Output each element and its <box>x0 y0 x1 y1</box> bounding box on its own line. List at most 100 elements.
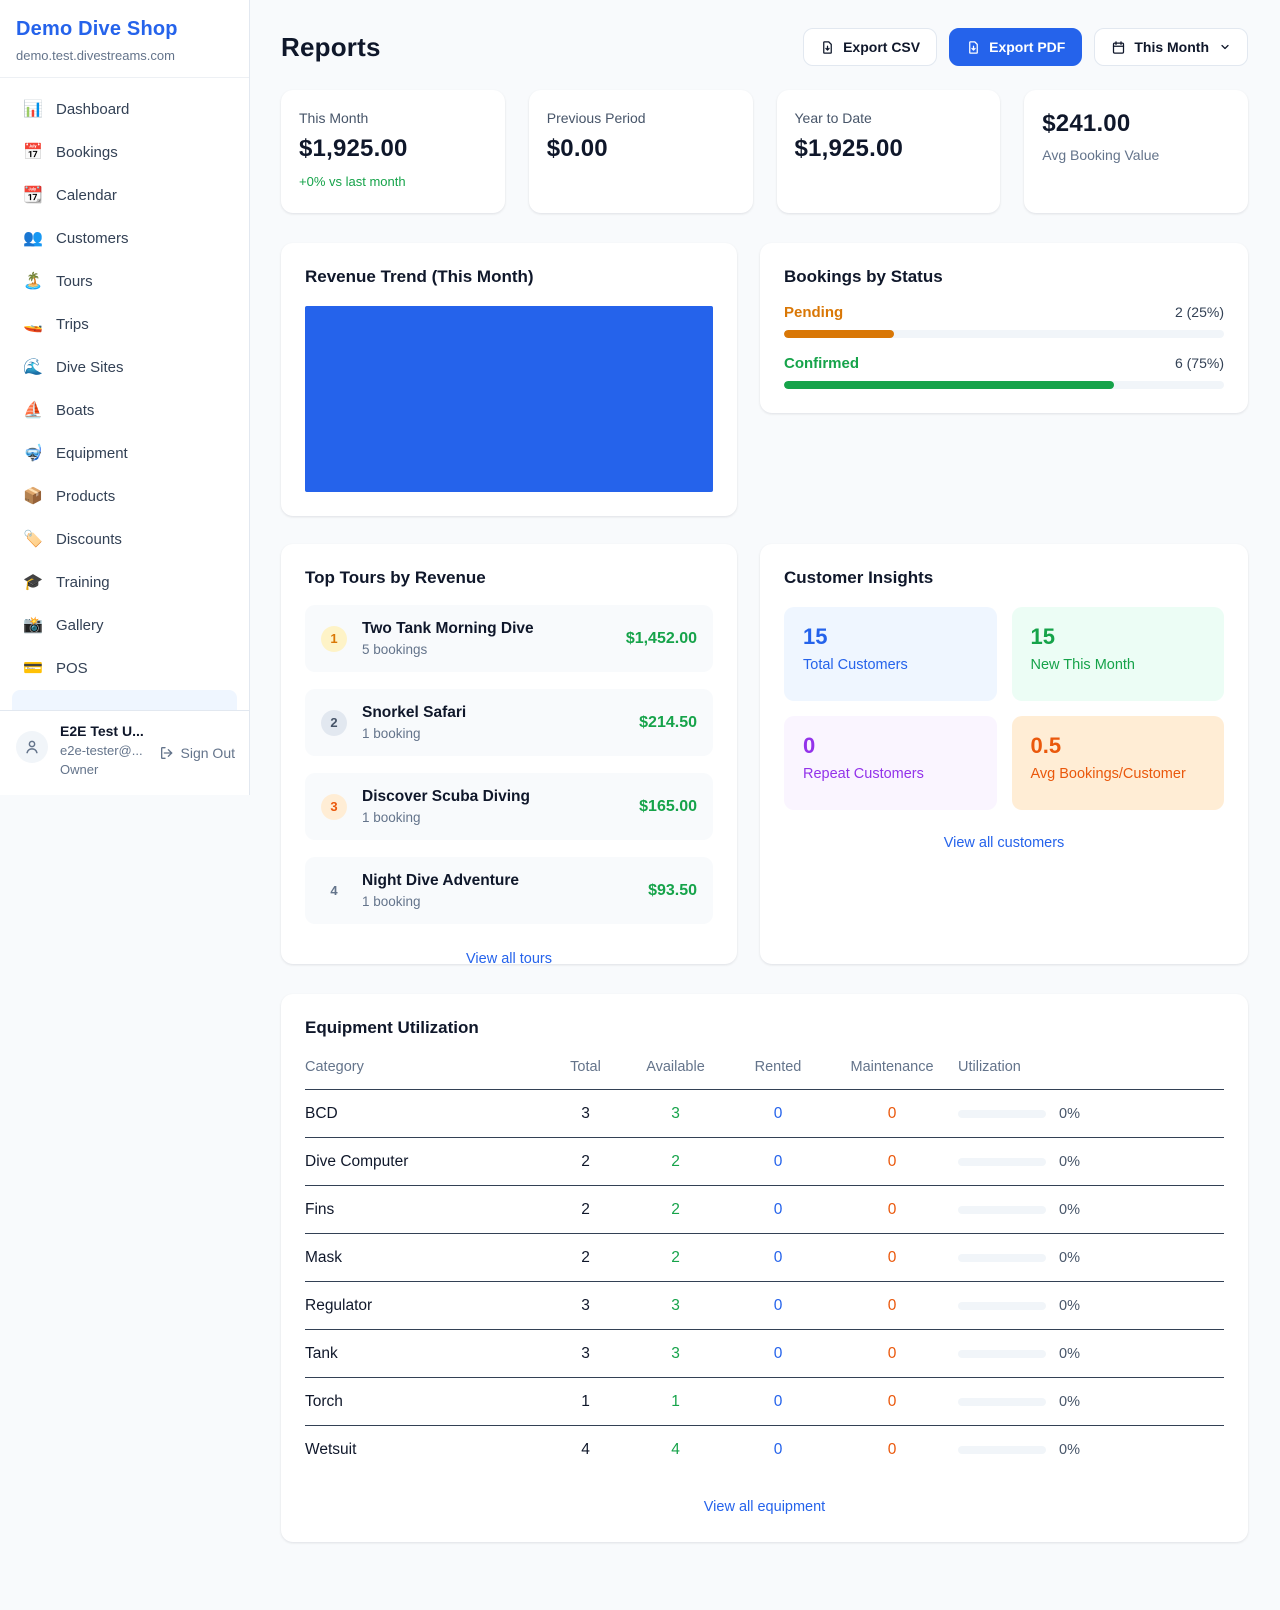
sidebar-item-customers[interactable]: 👥 Customers <box>12 217 237 259</box>
tour-bookings: 5 bookings <box>362 642 611 657</box>
header-actions: Export CSV Export PDF This Month <box>803 28 1248 66</box>
sidebar-item-tours[interactable]: 🏝️ Tours <box>12 260 237 302</box>
cell-category: Torch <box>305 1393 548 1411</box>
sidebar-item-label: Tours <box>56 273 93 290</box>
sidebar-item-pos[interactable]: 💳 POS <box>12 647 237 689</box>
sidebar-item-trips[interactable]: 🚤 Trips <box>12 303 237 345</box>
stat-value: $0.00 <box>547 135 735 163</box>
cell-total: 3 <box>548 1105 623 1123</box>
cell-maintenance: 0 <box>828 1201 956 1219</box>
tour-amount: $1,452.00 <box>626 630 697 648</box>
tour-row: 4 Night Dive Adventure 1 booking $93.50 <box>305 857 713 924</box>
insight-avg-bookings: 0.5 Avg Bookings/Customer <box>1012 716 1225 810</box>
rank-badge: 3 <box>321 794 347 820</box>
stat-label: Year to Date <box>795 110 983 126</box>
insight-label: Repeat Customers <box>803 766 978 782</box>
cell-rented: 0 <box>728 1201 828 1219</box>
cell-utilization: 0% <box>956 1346 1224 1362</box>
page-header: Reports Export CSV Export PDF <box>281 28 1248 66</box>
utilization-percent: 0% <box>1059 1346 1080 1362</box>
table-row: Torch 1 1 0 0 0% <box>305 1378 1224 1426</box>
table-row: Wetsuit 4 4 0 0 0% <box>305 1426 1224 1473</box>
cell-total: 3 <box>548 1297 623 1315</box>
sidebar-item-training[interactable]: 🎓 Training <box>12 561 237 603</box>
sidebar-item-label: Calendar <box>56 187 117 204</box>
insight-new-this-month: 15 New This Month <box>1012 607 1225 701</box>
discounts-icon: 🏷️ <box>22 529 44 549</box>
col-header-rented: Rented <box>728 1059 828 1075</box>
cell-category: BCD <box>305 1105 548 1123</box>
table-row: Fins 2 2 0 0 0% <box>305 1186 1224 1234</box>
cell-category: Dive Computer <box>305 1153 548 1171</box>
sidebar-item-products[interactable]: 📦 Products <box>12 475 237 517</box>
avatar <box>16 731 48 763</box>
insight-grid: 15 Total Customers 15 New This Month 0 R… <box>784 607 1224 810</box>
utilization-percent: 0% <box>1059 1202 1080 1218</box>
sidebar-item-gallery[interactable]: 📸 Gallery <box>12 604 237 646</box>
utilization-percent: 0% <box>1059 1250 1080 1266</box>
tour-row: 2 Snorkel Safari 1 booking $214.50 <box>305 689 713 756</box>
utilization-bar-track <box>958 1398 1046 1406</box>
table-row: Regulator 3 3 0 0 0% <box>305 1282 1224 1330</box>
cell-maintenance: 0 <box>828 1345 956 1363</box>
export-pdf-button[interactable]: Export PDF <box>949 28 1082 66</box>
col-header-utilization: Utilization <box>956 1059 1224 1075</box>
sidebar-item-discounts[interactable]: 🏷️ Discounts <box>12 518 237 560</box>
sidebar-item-equipment[interactable]: 🤿 Equipment <box>12 432 237 474</box>
user-info: E2E Test U... e2e-tester@... Owner <box>60 723 144 777</box>
insight-value: 15 <box>1031 624 1206 650</box>
tour-bookings: 1 booking <box>362 726 624 741</box>
stat-label: Avg Booking Value <box>1042 147 1230 163</box>
cell-utilization: 0% <box>956 1394 1224 1410</box>
cell-available: 4 <box>623 1441 728 1459</box>
file-download-icon <box>966 40 981 55</box>
cell-total: 2 <box>548 1153 623 1171</box>
customer-insights-title: Customer Insights <box>784 568 1224 588</box>
sidebar-item-dive-sites[interactable]: 🌊 Dive Sites <box>12 346 237 388</box>
stat-card-previous-period: Previous Period $0.00 <box>529 90 753 213</box>
sidebar-item-label: Gallery <box>56 617 104 634</box>
trips-icon: 🚤 <box>22 314 44 334</box>
cell-total: 2 <box>548 1249 623 1267</box>
stat-value: $1,925.00 <box>299 135 487 163</box>
tours-icon: 🏝️ <box>22 271 44 291</box>
sidebar-item-boats[interactable]: ⛵ Boats <box>12 389 237 431</box>
cell-available: 1 <box>623 1393 728 1411</box>
sidebar-item-active-partial[interactable] <box>12 690 237 710</box>
view-all-tours-link[interactable]: View all tours <box>466 951 552 967</box>
cell-maintenance: 0 <box>828 1249 956 1267</box>
bookings-icon: 📅 <box>22 142 44 162</box>
view-all-equipment-link[interactable]: View all equipment <box>704 1499 825 1515</box>
cell-rented: 0 <box>728 1249 828 1267</box>
top-tours-title: Top Tours by Revenue <box>305 568 713 588</box>
insight-label: Total Customers <box>803 657 978 673</box>
sidebar-header: Demo Dive Shop demo.test.divestreams.com <box>0 0 249 78</box>
status-row-confirmed: Confirmed 6 (75%) <box>784 355 1224 389</box>
cell-utilization: 0% <box>956 1154 1224 1170</box>
period-select[interactable]: This Month <box>1094 28 1248 66</box>
cell-rented: 0 <box>728 1345 828 1363</box>
revenue-trend-card: Revenue Trend (This Month) <box>281 243 737 516</box>
view-all-customers-link[interactable]: View all customers <box>944 835 1065 851</box>
sidebar-item-bookings[interactable]: 📅 Bookings <box>12 131 237 173</box>
sign-out-button[interactable]: Sign Out <box>159 745 235 761</box>
cell-maintenance: 0 <box>828 1393 956 1411</box>
insight-value: 0 <box>803 733 978 759</box>
insight-value: 15 <box>803 624 978 650</box>
status-bar-fill <box>784 381 1114 389</box>
cell-total: 2 <box>548 1201 623 1219</box>
col-header-maintenance: Maintenance <box>828 1059 956 1075</box>
sidebar-item-label: Products <box>56 488 115 505</box>
cell-available: 3 <box>623 1345 728 1363</box>
sidebar-item-calendar[interactable]: 📆 Calendar <box>12 174 237 216</box>
tour-amount: $214.50 <box>639 714 697 732</box>
sidebar-item-dashboard[interactable]: 📊 Dashboard <box>12 88 237 130</box>
status-bar-track <box>784 381 1224 389</box>
sidebar-item-label: Boats <box>56 402 94 419</box>
table-row: BCD 3 3 0 0 0% <box>305 1090 1224 1138</box>
export-csv-button[interactable]: Export CSV <box>803 28 937 66</box>
chevron-down-icon <box>1219 41 1231 53</box>
sidebar-item-label: Dashboard <box>56 101 129 118</box>
gallery-icon: 📸 <box>22 615 44 635</box>
cell-rented: 0 <box>728 1441 828 1459</box>
